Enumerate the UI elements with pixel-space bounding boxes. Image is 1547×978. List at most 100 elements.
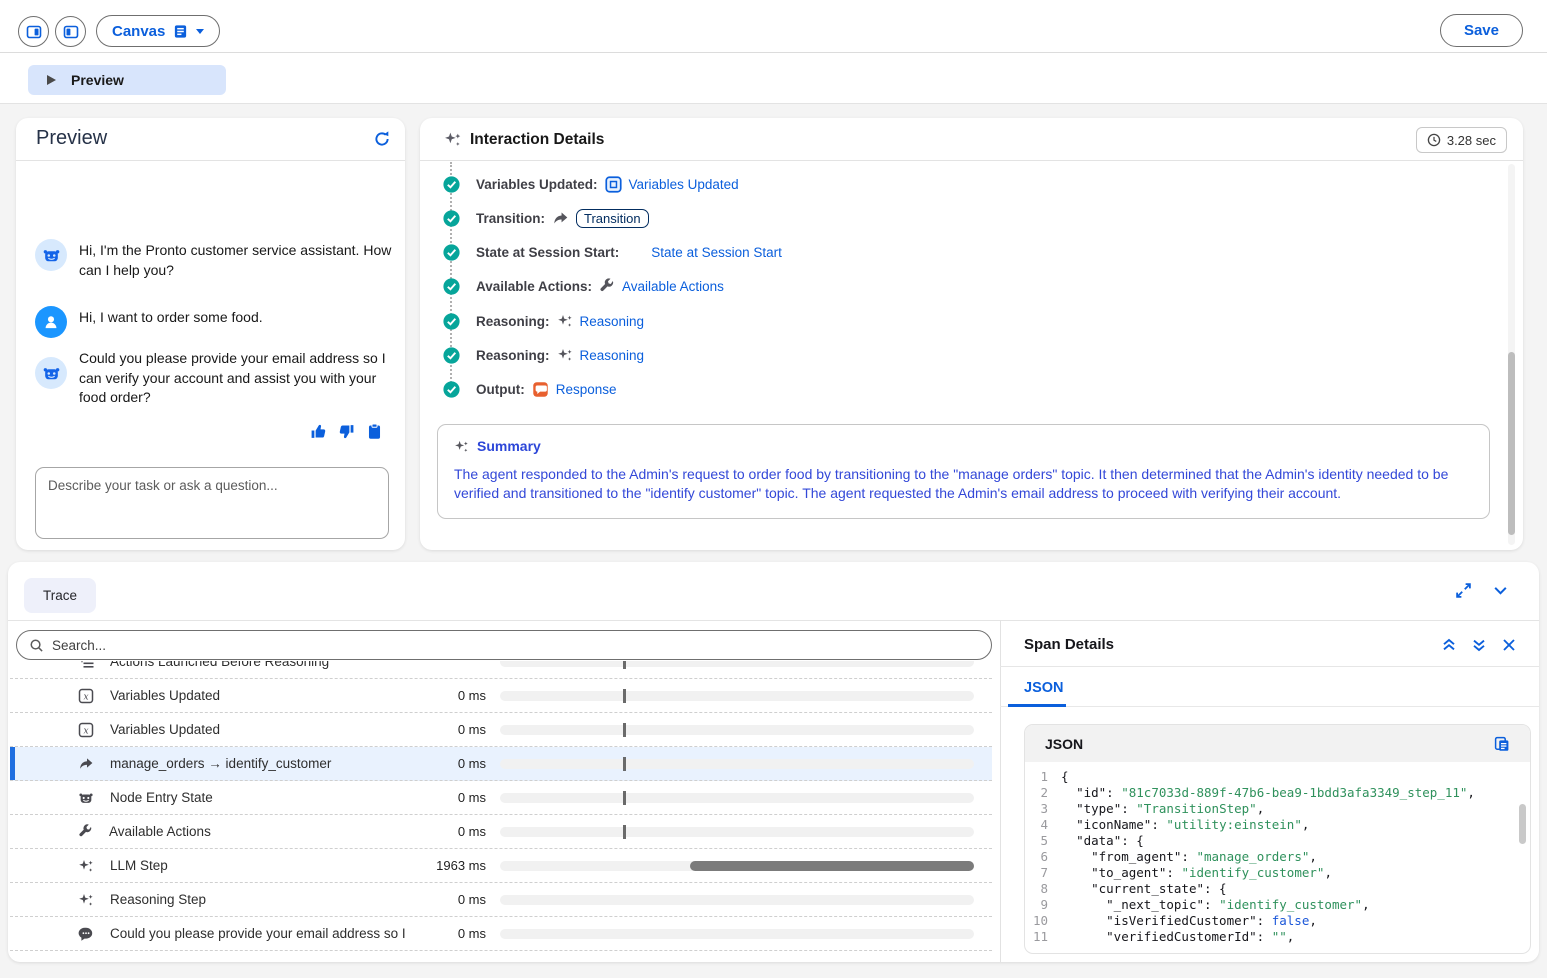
- trace-row[interactable]: LLM Step 1963 ms: [10, 849, 992, 883]
- state-at-session-start-link[interactable]: State at Session Start: [651, 245, 782, 260]
- chat-input[interactable]: [35, 467, 389, 539]
- response-link[interactable]: Response: [556, 382, 617, 397]
- thumbs-up-icon[interactable]: [310, 423, 327, 440]
- divider: [1000, 666, 1539, 667]
- scrollbar-thumb[interactable]: [1508, 352, 1515, 535]
- trace-row-duration: 1963 ms: [406, 858, 486, 873]
- search-input[interactable]: [52, 638, 979, 653]
- timeline-step: Variables Updated: Variables Updated: [443, 174, 739, 194]
- trace-row-label: Could you please provide your email addr…: [110, 926, 406, 941]
- canvas-button[interactable]: Canvas: [96, 15, 220, 47]
- chevron-down-icon[interactable]: [1492, 582, 1509, 599]
- transition-chip[interactable]: Transition: [576, 209, 649, 228]
- double-chevron-down-icon[interactable]: [1471, 637, 1487, 653]
- span-details-actions: [1441, 637, 1517, 653]
- trace-row[interactable]: x Variables Updated 0 ms: [10, 713, 992, 747]
- tab-preview[interactable]: Preview: [28, 65, 226, 95]
- chat-message-text: Hi, I want to order some food.: [79, 306, 393, 338]
- chat-message: Could you please provide your email addr…: [35, 347, 393, 408]
- trace-row-bar: [500, 861, 974, 871]
- variables-icon: x: [78, 688, 94, 704]
- json-code-lines: 1{2 "id": "81c7033d-889f-47b6-bea9-1bdd3…: [1025, 769, 1530, 945]
- step-label: Reasoning:: [476, 348, 550, 363]
- step-label: Transition:: [476, 211, 545, 226]
- sparkle-icon: [78, 858, 94, 874]
- speech-bubble-icon: [78, 926, 94, 942]
- trace-span-list: Actions Launched Before Reasoning x Vari…: [10, 661, 992, 957]
- chat-message: Hi, I'm the Pronto customer service assi…: [35, 239, 393, 280]
- trace-search: [16, 630, 992, 660]
- trace-row-label: LLM Step: [110, 858, 406, 873]
- chat-message-text: Hi, I'm the Pronto customer service assi…: [79, 239, 393, 280]
- toggle-left-panel-button[interactable]: [55, 16, 86, 47]
- transition-arrow-icon: [78, 756, 94, 772]
- sparkle-icon: [557, 313, 573, 329]
- save-button[interactable]: Save: [1440, 14, 1523, 47]
- message-feedback-row: [16, 423, 405, 440]
- refresh-icon[interactable]: [373, 130, 391, 148]
- double-chevron-up-icon[interactable]: [1441, 637, 1457, 653]
- preview-panel-header: Preview: [16, 118, 405, 161]
- person-icon: [42, 313, 60, 331]
- step-label: Output:: [476, 382, 525, 397]
- trace-tab-label: Trace: [43, 588, 77, 603]
- trace-row[interactable]: Reasoning Step 0 ms: [10, 883, 992, 917]
- tab-json[interactable]: JSON: [1024, 680, 1064, 696]
- reasoning-link[interactable]: Reasoning: [580, 348, 645, 363]
- sparkle-icon: [78, 892, 94, 908]
- timeline-step: Reasoning: Reasoning: [443, 311, 644, 331]
- tab-trace[interactable]: Trace: [24, 578, 96, 613]
- check-circle-icon: [443, 381, 460, 398]
- response-icon: [532, 381, 549, 398]
- transition-arrow-icon: [552, 210, 569, 227]
- clock-icon: [1427, 133, 1441, 147]
- clipboard-icon[interactable]: [366, 423, 383, 440]
- trace-row-label: Node Entry State: [110, 790, 406, 805]
- robot-icon: [42, 364, 61, 383]
- robot-icon: [42, 246, 61, 265]
- reasoning-link[interactable]: Reasoning: [580, 314, 645, 329]
- trace-row-bar: [500, 895, 974, 905]
- trace-row[interactable]: Actions Launched Before Reasoning: [10, 661, 992, 679]
- trace-row-bar: [500, 661, 974, 667]
- check-circle-icon: [443, 278, 460, 295]
- trace-row[interactable]: Node Entry State 0 ms: [10, 781, 992, 815]
- step-label: Variables Updated:: [476, 177, 598, 192]
- sparkle-icon: [454, 439, 469, 454]
- toggle-right-panel-button[interactable]: [18, 16, 49, 47]
- chat-message: Hi, I want to order some food.: [35, 306, 393, 338]
- thumbs-down-icon[interactable]: [338, 423, 355, 440]
- expand-icon[interactable]: [1455, 582, 1472, 599]
- scrollbar[interactable]: [1508, 164, 1515, 545]
- duration-badge-text: 3.28 sec: [1447, 133, 1496, 148]
- canvas-doc-icon: [173, 24, 188, 39]
- copy-icon[interactable]: [1494, 736, 1510, 752]
- panel-left-icon: [63, 24, 79, 40]
- timeline-step: Output: Response: [443, 379, 617, 399]
- json-code-card: JSON 1{2 "id": "81c7033d-889f-47b6-bea9-…: [1024, 724, 1531, 954]
- json-code-area: 1{2 "id": "81c7033d-889f-47b6-bea9-1bdd3…: [1025, 762, 1530, 945]
- close-icon[interactable]: [1501, 637, 1517, 653]
- check-circle-icon: [443, 176, 460, 193]
- trace-row-duration: 0 ms: [406, 926, 486, 941]
- trace-row-duration: 0 ms: [406, 824, 486, 839]
- summary-title: Summary: [477, 438, 541, 454]
- step-label: Reasoning:: [476, 314, 550, 329]
- top-toolbar: Canvas Save: [0, 0, 1547, 53]
- svg-text:x: x: [83, 692, 88, 702]
- robot-icon: [78, 790, 94, 806]
- trace-panel-actions: [1455, 582, 1509, 599]
- trace-row[interactable]: x Variables Updated 0 ms: [10, 679, 992, 713]
- trace-row-selected[interactable]: manage_orders → identify_customer 0 ms: [10, 747, 992, 781]
- timeline-step: State at Session Start: State at Session…: [443, 242, 782, 262]
- wrench-icon: [599, 278, 615, 294]
- preview-panel: Preview Hi, I'm the Pronto customer serv…: [16, 118, 405, 550]
- available-actions-link[interactable]: Available Actions: [622, 279, 724, 294]
- check-circle-icon: [443, 347, 460, 364]
- trace-row-duration: 0 ms: [406, 790, 486, 805]
- variables-updated-link[interactable]: Variables Updated: [629, 177, 739, 192]
- scrollbar-thumb[interactable]: [1519, 804, 1526, 844]
- active-tab-underline: [1008, 704, 1066, 707]
- trace-row[interactable]: Available Actions 0 ms: [10, 815, 992, 849]
- trace-row[interactable]: Could you please provide your email addr…: [10, 917, 992, 951]
